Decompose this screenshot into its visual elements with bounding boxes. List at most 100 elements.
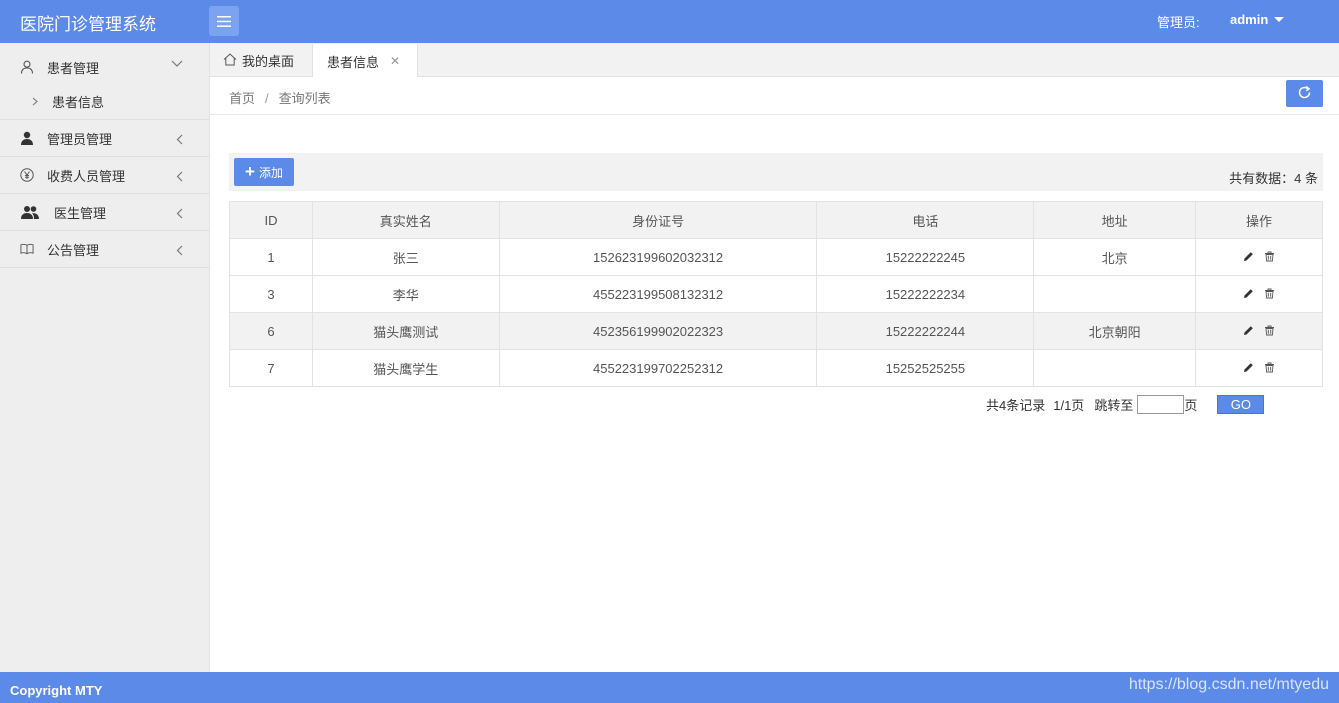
chevron-left-icon (176, 207, 183, 222)
cell-address (1033, 349, 1197, 387)
breadcrumb: 首页 / 查询列表 (229, 88, 331, 107)
cell-id-number: 152623199602032312 (498, 238, 818, 276)
cell-name: 猫头鹰测试 (311, 312, 500, 350)
cell-address: 北京 (1033, 238, 1197, 276)
cell-id-number: 455223199508132312 (498, 275, 818, 313)
cell-address: 北京朝阳 (1033, 312, 1197, 350)
cell-name: 李华 (311, 275, 500, 313)
column-header-id-number: 身份证号 (498, 201, 818, 239)
user-solid-icon (20, 131, 34, 145)
sidebar-item-patient-management[interactable]: 患者管理 (0, 43, 209, 91)
edit-icon[interactable] (1243, 361, 1254, 376)
sidebar-item-label: 公告管理 (47, 242, 100, 258)
pager-page-unit: 页 (1184, 398, 1198, 413)
close-icon[interactable]: ✕ (390, 54, 400, 68)
trash-icon[interactable] (1264, 361, 1275, 376)
cell-actions (1195, 238, 1323, 276)
cell-phone: 15222222234 (816, 275, 1035, 313)
pager-records: 共4条记录 (986, 398, 1046, 413)
refresh-icon (1297, 85, 1312, 103)
cell-id: 6 (229, 312, 313, 350)
users-icon (20, 205, 40, 219)
column-header-actions: 操作 (1195, 201, 1323, 239)
sidebar-item-cashier-management[interactable]: 收费人员管理 (0, 157, 209, 194)
cell-actions (1195, 275, 1323, 313)
tab-home[interactable]: 我的桌面 (223, 44, 294, 77)
sidebar-item-admin-management[interactable]: 管理员管理 (0, 120, 209, 157)
cell-id: 3 (229, 275, 313, 313)
plus-icon: + (245, 161, 255, 181)
hamburger-icon (217, 15, 231, 27)
sidebar: 患者管理 患者信息 管理员管理 收费人员管理 医生管理 公告管理 (0, 43, 210, 672)
tab-patient-info[interactable]: 患者信息 ✕ (312, 44, 418, 78)
sidebar-item-label: 患者管理 (47, 60, 100, 76)
cell-phone: 15222222244 (816, 312, 1035, 350)
cell-address (1033, 275, 1197, 313)
cell-phone: 15252525255 (816, 349, 1035, 387)
top-header: 医院门诊管理系统 管理员: admin (0, 0, 1339, 43)
yen-icon (20, 168, 34, 182)
edit-icon[interactable] (1243, 287, 1254, 302)
page-jump-input[interactable] (1137, 395, 1185, 414)
table-row: 6 猫头鹰测试 452356199902022323 15222222244 北… (229, 312, 1323, 350)
sidebar-item-notice-management[interactable]: 公告管理 (0, 231, 209, 268)
watermark-text: https://blog.csdn.net/mtyedu (1128, 676, 1329, 693)
chevron-left-icon (176, 170, 183, 185)
refresh-button[interactable] (1286, 80, 1323, 107)
tab-active-label: 患者信息 (327, 54, 380, 70)
column-header-id: ID (229, 201, 313, 239)
trash-icon[interactable] (1264, 250, 1275, 265)
go-button[interactable]: GO (1217, 395, 1265, 414)
chevron-right-icon (32, 94, 38, 109)
pager-jump-label: 跳转至 (1094, 398, 1134, 413)
sidebar-item-label: 管理员管理 (47, 131, 113, 147)
column-header-address: 地址 (1033, 201, 1197, 239)
breadcrumb-bar: 首页 / 查询列表 (210, 77, 1339, 115)
cell-actions (1195, 312, 1323, 350)
sidebar-item-label: 医生管理 (54, 205, 107, 221)
user-outline-icon (20, 60, 34, 74)
table-toolbar: + 添加 共有数据：4 条 (229, 153, 1323, 191)
footer: Copyright MTY https://blog.csdn.net/mtye… (0, 672, 1339, 703)
admin-user-dropdown[interactable]: admin (1230, 12, 1285, 27)
cell-id: 1 (229, 238, 313, 276)
table-row: 3 李华 455223199508132312 15222222234 (229, 275, 1323, 313)
edit-icon[interactable] (1243, 250, 1254, 265)
chevron-left-icon (176, 244, 183, 259)
sidebar-item-label: 收费人员管理 (47, 168, 126, 184)
admin-username: admin (1230, 12, 1269, 27)
table-row: 7 猫头鹰学生 455223199702252312 15252525255 (229, 349, 1323, 387)
cell-id-number: 455223199702252312 (498, 349, 818, 387)
chevron-down-icon (171, 56, 183, 71)
breadcrumb-current: 查询列表 (278, 91, 331, 106)
home-icon (223, 52, 237, 69)
app-title: 医院门诊管理系统 (20, 15, 156, 34)
patient-table: ID 真实姓名 身份证号 电话 地址 操作 1 张三 1526231996020… (229, 201, 1323, 387)
pager-pages: 1/1页 (1053, 398, 1085, 413)
add-button-label: 添加 (258, 165, 283, 180)
cell-phone: 15222222245 (816, 238, 1035, 276)
cell-name: 张三 (311, 238, 500, 276)
column-header-name: 真实姓名 (311, 201, 500, 239)
trash-icon[interactable] (1264, 324, 1275, 339)
book-icon (20, 242, 34, 256)
pagination: 共4条记录 1/1页 跳转至 页 GO (986, 395, 1265, 414)
breadcrumb-home[interactable]: 首页 (229, 91, 255, 106)
cell-id-number: 452356199902022323 (498, 312, 818, 350)
cell-actions (1195, 349, 1323, 387)
edit-icon[interactable] (1243, 324, 1254, 339)
column-header-phone: 电话 (816, 201, 1035, 239)
breadcrumb-separator: / (265, 91, 269, 106)
copyright-text: Copyright MTY (10, 683, 103, 698)
add-button[interactable]: + 添加 (234, 158, 294, 186)
trash-icon[interactable] (1264, 287, 1275, 302)
table-header-row: ID 真实姓名 身份证号 电话 地址 操作 (229, 201, 1323, 239)
cell-name: 猫头鹰学生 (311, 349, 500, 387)
tab-bar: 我的桌面 患者信息 ✕ (210, 43, 1339, 78)
total-count: 共有数据：4 条 (1229, 171, 1318, 186)
caret-down-icon (1274, 17, 1285, 22)
sidebar-item-doctor-management[interactable]: 医生管理 (0, 194, 209, 231)
admin-label: 管理员: (1157, 15, 1200, 30)
table-row: 1 张三 152623199602032312 15222222245 北京 (229, 238, 1323, 276)
menu-toggle-button[interactable] (209, 6, 239, 36)
